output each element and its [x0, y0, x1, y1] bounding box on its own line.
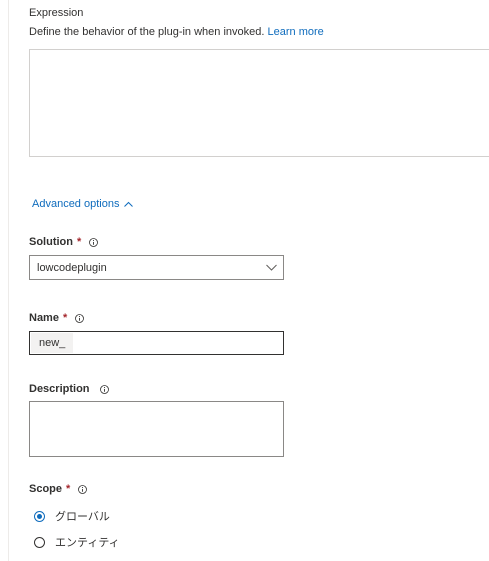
required-asterisk: *: [66, 483, 71, 495]
info-icon[interactable]: [75, 313, 85, 323]
scope-option-global[interactable]: グローバル: [34, 508, 110, 524]
solution-dropdown[interactable]: lowcodeplugin: [29, 255, 284, 280]
solution-label: Solution *: [29, 236, 99, 248]
panel-divider: [8, 0, 9, 561]
name-input[interactable]: [73, 334, 283, 352]
chevron-down-icon: [266, 264, 277, 271]
advanced-options-toggle[interactable]: Advanced options: [32, 198, 134, 210]
expression-textarea[interactable]: [29, 49, 489, 157]
advanced-options-label: Advanced options: [32, 198, 120, 210]
scope-label: Scope *: [29, 483, 88, 495]
scope-label-text: Scope: [29, 483, 63, 495]
required-asterisk: *: [62, 312, 68, 324]
required-asterisk: *: [77, 236, 82, 248]
plugin-form-panel: Expression Define the behavior of the pl…: [0, 0, 489, 561]
description-textarea[interactable]: [29, 401, 284, 457]
name-label-text: Name: [29, 312, 59, 324]
description-label-text: Description: [29, 383, 90, 395]
name-prefix: new_: [31, 333, 74, 353]
name-field[interactable]: new_: [29, 331, 284, 355]
expression-label: Expression: [29, 7, 83, 19]
learn-more-link[interactable]: Learn more: [268, 26, 324, 38]
expression-helper: Define the behavior of the plug-in when …: [29, 26, 324, 38]
expression-helper-text: Define the behavior of the plug-in when …: [29, 26, 265, 38]
radio-unchecked-icon[interactable]: [34, 536, 45, 548]
info-icon[interactable]: [89, 237, 99, 247]
radio-checked-icon[interactable]: [34, 510, 45, 522]
description-label: Description: [29, 383, 109, 395]
info-icon[interactable]: [99, 384, 109, 394]
scope-option-label: エンティティ: [55, 537, 120, 549]
scope-option-entity[interactable]: エンティティ: [34, 534, 120, 550]
scope-option-label: グローバル: [55, 511, 110, 523]
info-icon[interactable]: [78, 484, 88, 494]
name-label: Name *: [29, 312, 85, 324]
chevron-up-icon: [124, 201, 134, 207]
solution-label-text: Solution: [29, 236, 73, 248]
solution-selected-value: lowcodeplugin: [37, 261, 107, 274]
expression-label-text: Expression: [29, 7, 84, 19]
